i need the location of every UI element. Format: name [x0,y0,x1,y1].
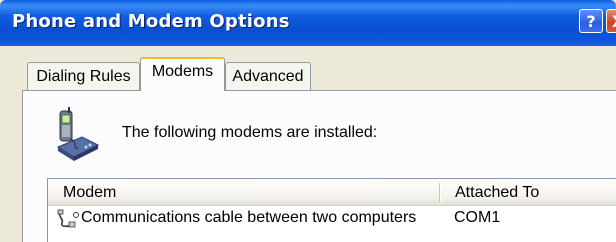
modem-attached-to: COM1 [454,209,501,226]
help-icon: ? [586,11,596,31]
list-item[interactable]: Communications cable between two compute… [48,208,616,230]
column-header-attached-to[interactable]: Attached To [455,184,539,202]
tab-dialing-rules[interactable]: Dialing Rules [27,62,140,90]
tab-strip: Dialing Rules Advanced Modems [0,46,616,92]
tab-advanced[interactable]: Advanced [225,62,311,90]
null-modem-cable-icon [57,209,79,228]
modem-name: Communications cable between two compute… [81,209,417,226]
close-icon: X [612,12,616,31]
title-bar[interactable]: Phone and Modem Options ? X [0,0,616,46]
modems-list[interactable]: Modem Attached To Communications cable b… [47,178,616,242]
installed-modems-label: The following modems are installed: [122,124,378,141]
help-button[interactable]: ? [579,9,603,33]
window-title: Phone and Modem Options [12,11,290,32]
list-header: Modem Attached To [48,179,616,206]
phone-modem-icon [56,107,100,161]
phone-and-modem-options-dialog: Phone and Modem Options ? X Dialing Rule… [0,0,616,242]
column-header-modem[interactable]: Modem [63,184,116,202]
close-button[interactable]: X [606,9,616,33]
column-divider[interactable] [439,183,441,202]
tab-modems[interactable]: Modems [140,57,225,91]
